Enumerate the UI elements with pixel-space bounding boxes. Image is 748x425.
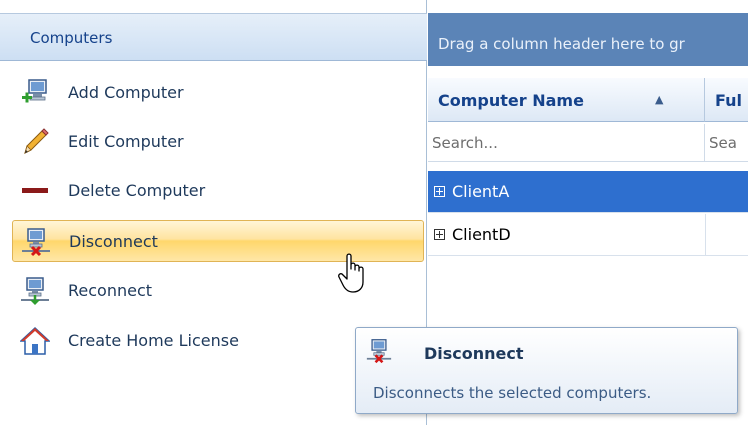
delete-computer-button[interactable]: Delete Computer <box>12 170 424 212</box>
computer-name-cell: ClientD <box>452 225 511 244</box>
column-header-label: Computer Name <box>438 91 584 110</box>
group-panel-hint: Drag a column header here to gr <box>438 35 685 53</box>
panel-header: Computers <box>0 13 427 61</box>
add-computer-button[interactable]: Add Computer <box>12 72 424 114</box>
disconnect-icon <box>366 339 392 364</box>
sort-ascending-icon: ▲ <box>655 93 664 106</box>
panel-title: Computers <box>30 29 113 47</box>
reconnect-icon <box>21 277 49 305</box>
computer-name-cell: ClientA <box>452 182 510 201</box>
search-placeholder: Search... <box>432 134 498 152</box>
pencil-icon <box>24 128 49 154</box>
group-panel[interactable]: Drag a column header here to gr <box>428 13 748 66</box>
disconnect-label: Disconnect <box>69 232 158 251</box>
disconnect-icon <box>22 228 50 257</box>
edit-computer-label: Edit Computer <box>68 132 184 151</box>
column-divider <box>705 214 706 256</box>
column-header-full-name[interactable]: Ful <box>705 78 748 122</box>
add-computer-label: Add Computer <box>68 83 184 102</box>
edit-computer-button[interactable]: Edit Computer <box>12 121 424 163</box>
add-computer-icon <box>22 79 47 103</box>
reconnect-label: Reconnect <box>68 281 153 300</box>
disconnect-tooltip: Disconnect Disconnects the selected comp… <box>355 327 738 414</box>
expand-icon[interactable] <box>434 186 445 197</box>
search-input-full-name[interactable]: Sea <box>705 124 748 162</box>
search-input-computer-name[interactable]: Search... <box>428 124 705 162</box>
table-row[interactable]: ClientA <box>428 171 748 213</box>
create-home-license-label: Create Home License <box>68 331 239 350</box>
search-placeholder: Sea <box>709 134 737 152</box>
home-icon <box>20 326 50 355</box>
minus-icon <box>22 188 48 193</box>
tooltip-title: Disconnect <box>424 344 524 363</box>
table-row[interactable]: ClientD <box>428 214 748 256</box>
column-header-computer-name[interactable]: Computer Name ▲ <box>428 78 705 122</box>
column-header-label: Ful <box>715 91 743 110</box>
expand-icon[interactable] <box>434 229 445 240</box>
tooltip-description: Disconnects the selected computers. <box>373 384 652 402</box>
hand-cursor-icon <box>338 253 364 293</box>
delete-computer-label: Delete Computer <box>68 181 206 200</box>
